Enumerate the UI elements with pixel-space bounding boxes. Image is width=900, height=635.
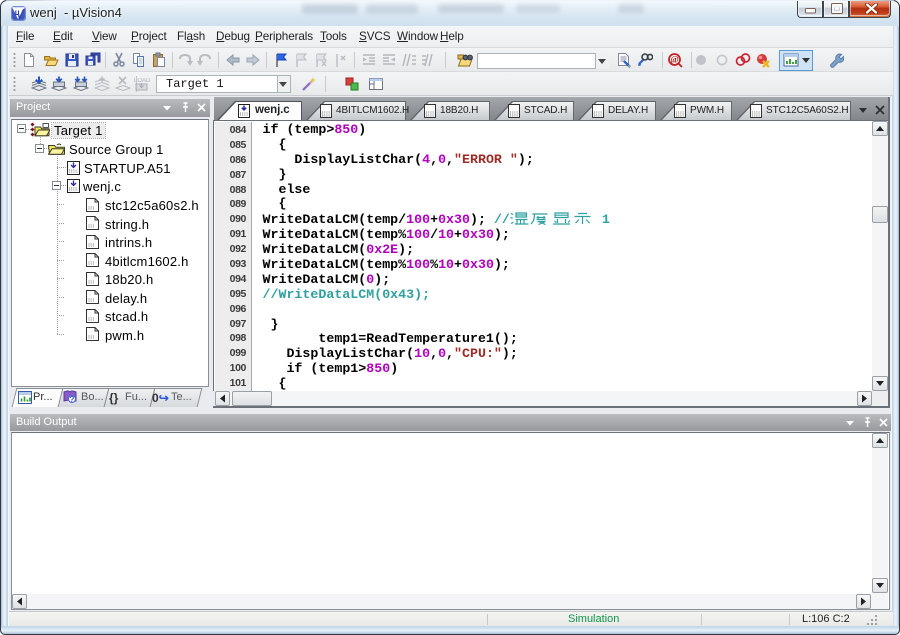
svg-text:?: ?	[70, 395, 75, 404]
